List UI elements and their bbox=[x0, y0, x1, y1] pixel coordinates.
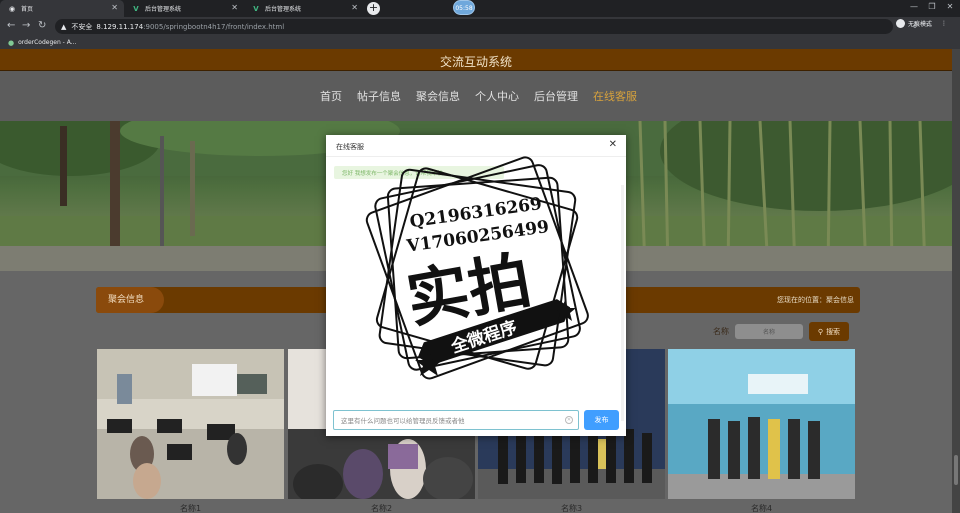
support-chat-dialog: 在线客服 ✕ 您好 我想发布一个聚会信息，请帮我审核 这里有什么问题也可以给管理… bbox=[326, 135, 626, 436]
nav-profile[interactable]: 个人中心 bbox=[475, 88, 519, 104]
search-row: 名称 名称 ⚲ 搜索 bbox=[713, 322, 849, 341]
close-window-icon[interactable]: ✕ bbox=[944, 2, 956, 12]
search-button[interactable]: ⚲ 搜索 bbox=[809, 322, 849, 341]
url-path: :9005/springbootn4h17/front/index.html bbox=[143, 22, 285, 31]
chat-message: 您好 我想发布一个聚会信息，请帮我审核 bbox=[334, 166, 504, 179]
incognito-icon bbox=[896, 19, 905, 28]
page-scrollbar[interactable] bbox=[952, 49, 960, 513]
page-scrollbar-thumb[interactable] bbox=[954, 455, 958, 485]
main-nav: 首页 帖子信息 聚会信息 个人中心 后台管理 在线客服 bbox=[0, 71, 952, 121]
recording-timer: 05:58 bbox=[453, 0, 475, 15]
url-host: 8.129.11.174 bbox=[96, 22, 144, 31]
chat-messages: 您好 我想发布一个聚会信息，请帮我审核 bbox=[326, 157, 626, 421]
url-field[interactable]: ▲ 不安全 8.129.11.174 :9005/springbootn4h17… bbox=[55, 19, 893, 34]
warning-icon: ▲ bbox=[61, 22, 67, 31]
search-input[interactable]: 名称 bbox=[735, 324, 803, 339]
vue-icon: V bbox=[253, 4, 259, 13]
site-title: 交流互动系统 bbox=[439, 55, 512, 69]
address-bar: ← → ↻ ▲ 不安全 8.129.11.174 :9005/springboo… bbox=[0, 17, 960, 36]
bookmarks-bar: ● orderCodegen - A... bbox=[0, 36, 960, 49]
gathering-card-1[interactable] bbox=[97, 349, 284, 499]
close-icon[interactable]: ✕ bbox=[111, 3, 118, 12]
minimize-icon[interactable]: — bbox=[908, 2, 920, 12]
gathering-card-4[interactable] bbox=[668, 349, 855, 499]
card-caption-4: 名称4 bbox=[750, 504, 773, 513]
bookmark-icon: ● bbox=[8, 38, 15, 47]
dialog-header: 在线客服 ✕ bbox=[326, 135, 626, 157]
nav-online-support[interactable]: 在线客服 bbox=[593, 88, 637, 104]
bookmark-item[interactable]: orderCodegen - A... bbox=[18, 39, 76, 46]
card-caption-3: 名称3 bbox=[560, 504, 583, 513]
globe-icon: ◉ bbox=[8, 4, 16, 13]
card-caption-2: 名称2 bbox=[370, 504, 393, 513]
card-photo-classroom bbox=[97, 349, 284, 499]
incognito-label: 无痕模式 bbox=[908, 21, 933, 28]
menu-icon[interactable]: ⋮ bbox=[941, 20, 947, 27]
message-input[interactable]: 这里有什么问题也可以给管理员反馈或者他 ✕ bbox=[333, 410, 579, 430]
site-header: 交流互动系统 bbox=[0, 49, 952, 71]
close-icon[interactable]: ✕ bbox=[609, 139, 617, 150]
nav-gatherings[interactable]: 聚会信息 bbox=[416, 88, 460, 104]
security-label: 不安全 bbox=[71, 22, 93, 31]
tab-home[interactable]: ◉ 首页 ✕ bbox=[0, 0, 124, 17]
tab-admin-1[interactable]: V 后台管理系统 ✕ bbox=[124, 0, 244, 17]
clear-icon[interactable]: ✕ bbox=[565, 416, 573, 424]
chat-scrollbar[interactable] bbox=[621, 185, 624, 421]
tab-admin-2[interactable]: V 后台管理系统 ✕ bbox=[244, 0, 364, 17]
browser-tab-bar: ◉ 首页 ✕ V 后台管理系统 ✕ V 后台管理系统 ✕ + 05:58 — ❐… bbox=[0, 0, 960, 17]
search-icon: ⚲ bbox=[817, 327, 824, 336]
card-caption-1: 名称1 bbox=[179, 504, 202, 513]
close-icon[interactable]: ✕ bbox=[231, 3, 238, 12]
tab-title: 后台管理系统 bbox=[145, 6, 182, 13]
new-tab-button[interactable]: + bbox=[367, 2, 380, 15]
card-photo-conference bbox=[668, 349, 855, 499]
forward-icon[interactable]: → bbox=[22, 20, 30, 31]
tab-title: 后台管理系统 bbox=[265, 6, 302, 13]
nav-admin[interactable]: 后台管理 bbox=[534, 88, 578, 104]
nav-home[interactable]: 首页 bbox=[320, 88, 342, 104]
dialog-title: 在线客服 bbox=[336, 143, 364, 151]
reload-icon[interactable]: ↻ bbox=[38, 20, 46, 31]
close-icon[interactable]: ✕ bbox=[351, 3, 358, 12]
window-controls: — ❐ ✕ bbox=[908, 2, 956, 12]
incognito-indicator[interactable]: 无痕模式 ⋮ bbox=[896, 19, 947, 28]
search-button-label: 搜索 bbox=[826, 327, 841, 336]
nav-posts[interactable]: 帖子信息 bbox=[357, 88, 401, 104]
send-button[interactable]: 发布 bbox=[584, 410, 619, 430]
vue-icon: V bbox=[133, 4, 139, 13]
restore-icon[interactable]: ❐ bbox=[926, 2, 938, 12]
search-label: 名称 bbox=[713, 327, 729, 336]
section-title: 聚会信息 bbox=[96, 287, 164, 313]
message-input-placeholder: 这里有什么问题也可以给管理员反馈或者他 bbox=[341, 417, 465, 425]
back-icon[interactable]: ← bbox=[7, 20, 15, 31]
tab-title: 首页 bbox=[21, 6, 34, 13]
breadcrumb: 您现在的位置：聚会信息 bbox=[777, 296, 854, 304]
